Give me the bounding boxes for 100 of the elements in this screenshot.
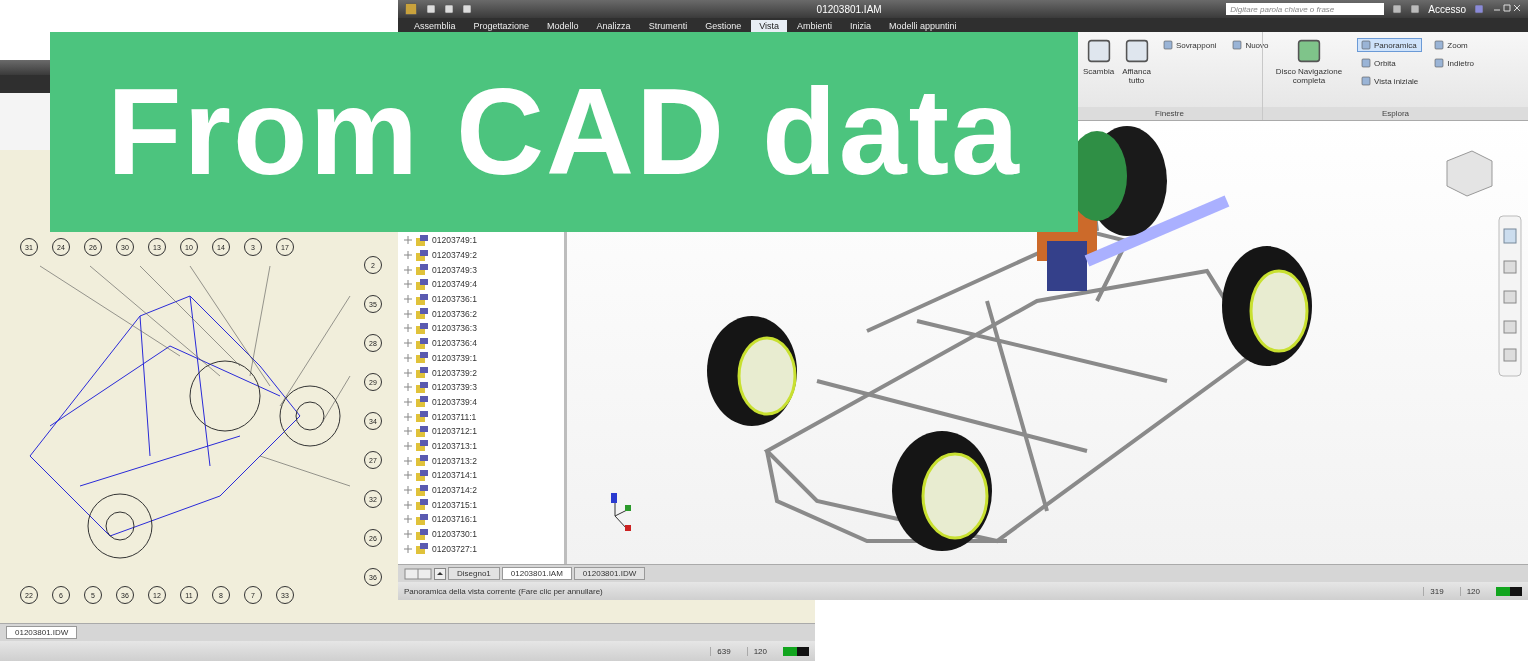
tree-item[interactable]: 01203749:2 xyxy=(398,247,564,263)
expand-icon[interactable] xyxy=(404,236,412,245)
status-coordinate: 120 xyxy=(1459,586,1486,596)
part-icon xyxy=(416,513,428,525)
tree-item[interactable]: 01203739:4 xyxy=(398,394,564,410)
expand-icon[interactable] xyxy=(404,544,412,553)
status-coordinate: 120 xyxy=(746,646,773,656)
axis-triad-icon xyxy=(611,493,631,531)
part-icon xyxy=(416,367,428,379)
expand-icon[interactable] xyxy=(404,530,412,539)
part-icon xyxy=(416,543,428,555)
tree-item[interactable]: 01203739:3 xyxy=(398,379,564,395)
ribbon-tab[interactable]: Assemblia xyxy=(406,20,464,32)
window-controls-icon[interactable] xyxy=(1492,3,1522,15)
search-field[interactable]: Digitare parola chiave o frase xyxy=(1226,3,1385,15)
expand-icon[interactable] xyxy=(404,339,412,348)
ribbon-button[interactable]: Orbita xyxy=(1357,56,1423,70)
ribbon-button[interactable]: Sovrapponi xyxy=(1158,38,1221,52)
expand-icon[interactable] xyxy=(404,368,412,377)
expand-icon[interactable] xyxy=(404,309,412,318)
expand-icon[interactable] xyxy=(404,500,412,509)
document-tab[interactable]: Disegno1 xyxy=(448,567,500,580)
tree-item[interactable]: 01203736:1 xyxy=(398,291,564,307)
expand-icon[interactable] xyxy=(404,295,412,304)
part-icon xyxy=(416,499,428,511)
tree-item[interactable]: 01203713:2 xyxy=(398,453,564,468)
tree-item[interactable]: 01203712:1 xyxy=(398,423,564,439)
part-icon xyxy=(416,425,428,437)
view-cube-icon[interactable] xyxy=(1446,150,1493,197)
tree-item[interactable]: 01203730:1 xyxy=(398,526,564,542)
expand-icon[interactable] xyxy=(404,265,412,274)
sign-in-link[interactable]: Accesso xyxy=(1428,3,1466,15)
ribbon-button[interactable]: Panoramica xyxy=(1357,38,1423,52)
tree-item[interactable]: 01203739:2 xyxy=(398,365,564,380)
expand-icon[interactable] xyxy=(404,486,412,495)
tree-item[interactable]: 01203749:4 xyxy=(398,277,564,292)
expand-icon[interactable] xyxy=(404,441,412,450)
tree-item[interactable]: 01203749:1 xyxy=(398,233,564,248)
part-icon xyxy=(416,484,428,496)
part-icon xyxy=(416,249,428,261)
tile-windows-icon[interactable] xyxy=(404,567,432,580)
part-icon xyxy=(416,381,428,393)
status-coordinate: 319 xyxy=(1423,586,1450,596)
part-icon xyxy=(416,440,428,452)
document-tab[interactable]: 01203801.IAM xyxy=(501,567,572,580)
part-icon xyxy=(416,264,428,276)
expand-icon[interactable] xyxy=(404,324,412,333)
expand-icon[interactable] xyxy=(404,471,412,480)
tree-item[interactable]: 01203727:1 xyxy=(398,541,564,557)
ribbon-tab[interactable]: Modelli appuntini xyxy=(881,20,965,32)
tree-item[interactable]: 01203736:2 xyxy=(398,306,564,322)
ribbon-button[interactable]: Scambia xyxy=(1083,38,1115,76)
tree-item[interactable]: 01203711:1 xyxy=(398,409,564,424)
part-icon xyxy=(416,396,428,408)
ribbon-button[interactable]: Affianca tutto xyxy=(1122,38,1151,85)
status-coordinate: 639 xyxy=(710,646,737,656)
ribbon-tab[interactable]: Ambienti xyxy=(789,20,841,32)
part-icon xyxy=(416,322,428,334)
ribbon-tab[interactable]: Progettazione xyxy=(465,20,538,32)
ribbon-button[interactable]: Indietro xyxy=(1430,56,1478,70)
tree-item[interactable]: 01203739:1 xyxy=(398,350,564,366)
expand-icon[interactable] xyxy=(404,427,412,436)
expand-icon[interactable] xyxy=(404,251,412,260)
expand-icon[interactable] xyxy=(404,515,412,524)
ribbon-tab[interactable]: Vista xyxy=(751,20,788,32)
expand-icon[interactable] xyxy=(404,353,412,362)
part-icon xyxy=(416,308,428,320)
tree-item[interactable]: 01203714:2 xyxy=(398,482,564,498)
part-icon xyxy=(416,455,428,467)
tree-item[interactable]: 01203749:3 xyxy=(398,262,564,278)
status-message: Panoramica della vista corrente (Fare clic per annullare) xyxy=(404,586,603,596)
document-tab[interactable]: 01203801.IDW xyxy=(6,626,78,639)
tree-item[interactable]: 01203736:4 xyxy=(398,335,564,351)
document-tab[interactable]: 01203801.IDW xyxy=(573,567,646,580)
part-icon xyxy=(416,337,428,349)
expand-icon[interactable] xyxy=(404,412,412,421)
part-icon xyxy=(416,234,428,246)
ribbon-button[interactable]: Vista iniziale xyxy=(1357,74,1423,88)
expand-icon[interactable] xyxy=(404,456,412,465)
ribbon-tab[interactable]: Gestione xyxy=(697,20,750,32)
expand-icon[interactable] xyxy=(404,280,412,289)
part-icon xyxy=(416,469,428,481)
navigation-bar[interactable] xyxy=(1498,215,1522,377)
tree-item[interactable]: 01203716:1 xyxy=(398,512,564,527)
ribbon-button[interactable]: Zoom xyxy=(1430,38,1478,52)
ribbon-tab[interactable]: Analizza xyxy=(588,20,639,32)
ribbon-tab[interactable]: Inizia xyxy=(842,20,880,32)
part-icon xyxy=(416,293,428,305)
part-icon xyxy=(416,411,428,423)
tree-item[interactable]: 01203714:1 xyxy=(398,468,564,483)
ribbon-tab[interactable]: Modello xyxy=(539,20,587,32)
caret-icon[interactable] xyxy=(434,567,446,580)
tree-item[interactable]: 01203736:3 xyxy=(398,321,564,336)
tree-item[interactable]: 01203713:1 xyxy=(398,438,564,454)
tree-item[interactable]: 01203715:1 xyxy=(398,497,564,513)
status-indicator xyxy=(1496,586,1522,596)
ribbon-tab[interactable]: Strumenti xyxy=(640,20,696,32)
expand-icon[interactable] xyxy=(404,397,412,406)
panel-title: Esplora xyxy=(1263,107,1528,120)
expand-icon[interactable] xyxy=(404,383,412,392)
